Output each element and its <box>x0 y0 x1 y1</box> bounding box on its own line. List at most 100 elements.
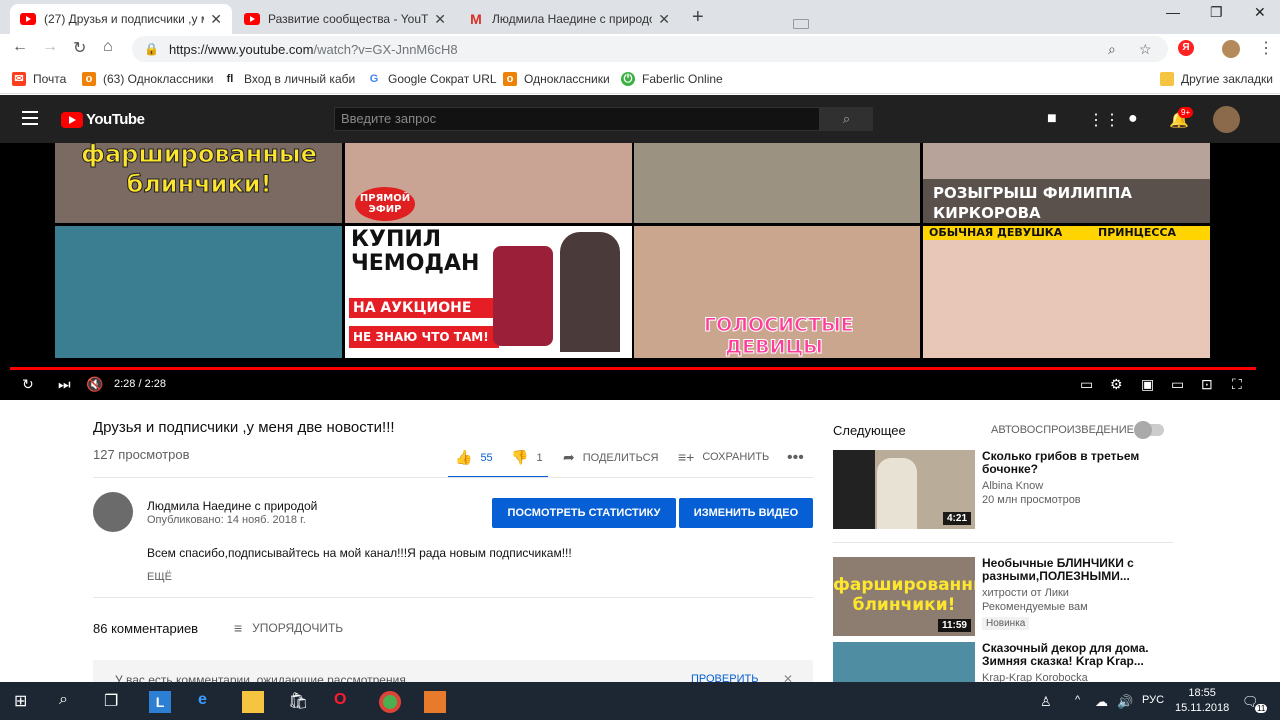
save-button[interactable]: ≡+ СОХРАНИТЬ <box>678 449 769 465</box>
share-button[interactable]: ➦ ПОДЕЛИТЬСЯ <box>563 449 658 466</box>
bookmark-star-icon[interactable]: ☆ <box>1139 41 1152 58</box>
recommended-video-2[interactable]: фаршированные блинчики! 11:59 Необычные … <box>833 557 1173 637</box>
next-icon[interactable]: ⏭ <box>58 376 71 393</box>
autoplay-label: АВТОВОСПРОИЗВЕДЕНИЕ <box>991 424 1134 436</box>
yandex-extension-icon[interactable]: Я <box>1178 40 1194 56</box>
app-orange-icon[interactable] <box>424 691 446 713</box>
keyboard-icon[interactable] <box>793 19 809 29</box>
more-actions-icon[interactable]: ••• <box>787 449 804 467</box>
close-window-icon[interactable]: ✕ <box>1254 4 1266 21</box>
view-stats-button[interactable]: ПОСМОТРЕТЬ СТАТИСТИКУ <box>492 498 676 528</box>
fullscreen-icon[interactable]: ⛶ <box>1232 376 1242 393</box>
sort-comments-button[interactable]: ≡ УПОРЯДОЧИТЬ <box>234 620 343 636</box>
subtitles-icon[interactable]: ▭ <box>1080 376 1093 393</box>
bookmark-google[interactable]: G Google Сократ URL <box>367 72 497 86</box>
file-explorer-icon[interactable] <box>242 691 264 713</box>
windows-start-icon[interactable]: ⊞ <box>14 691 27 711</box>
clock[interactable]: 18:55 15.11.2018 <box>1175 686 1229 716</box>
zoom-icon[interactable]: ⌕ <box>1108 41 1116 58</box>
home-icon[interactable]: ⌂ <box>103 38 113 56</box>
youtube-logo[interactable]: YouTube <box>61 111 145 128</box>
account-avatar[interactable] <box>1213 106 1240 133</box>
sort-label: УПОРЯДОЧИТЬ <box>252 621 344 635</box>
settings-icon[interactable]: ⚙ <box>1110 376 1123 393</box>
search-button[interactable]: ⌕ <box>820 107 873 131</box>
recommended-video-3[interactable]: Сказочный декор для дома. Зимняя сказка!… <box>833 642 1173 684</box>
minimize-icon[interactable]: — <box>1166 4 1180 20</box>
new-tab-icon[interactable]: + <box>692 6 704 29</box>
mute-icon[interactable]: 🔇 <box>86 376 103 393</box>
video-thumbnail[interactable]: 4:21 <box>833 450 975 529</box>
theater-mode-icon[interactable]: ▭ <box>1171 376 1184 393</box>
bookmarks-bar: ✉ Почта о (63) Одноклассники fl Вход в личн… <box>0 64 1280 94</box>
opera-icon[interactable]: O <box>334 691 346 709</box>
channel-avatar[interactable] <box>93 492 133 532</box>
progress-bar[interactable] <box>10 367 1256 370</box>
dislike-button[interactable]: 👎 1 <box>511 449 543 466</box>
video-player[interactable]: фаршированные блинчики! ПРЯМОЙ ЭФИР РОЗЫ… <box>0 143 1280 400</box>
menu-icon[interactable] <box>22 111 38 125</box>
like-button[interactable]: 👍 55 <box>455 449 493 466</box>
close-tab-icon[interactable]: ✕ <box>210 11 222 28</box>
close-tab-icon[interactable]: ✕ <box>658 11 670 28</box>
tab-community[interactable]: Развитие сообщества - YouTube ✕ <box>234 4 456 34</box>
miniplayer-icon[interactable]: ▣ <box>1141 376 1154 393</box>
recommended-title[interactable]: Сколько грибов в третьем бочонке? <box>982 450 1172 476</box>
search-input[interactable]: Введите запрос <box>334 107 820 131</box>
endscreen-video-1[interactable]: фаршированные блинчики! <box>55 143 342 223</box>
recommended-title[interactable]: Необычные БЛИНЧИКИ с разными,ПОЛЕЗНЫМИ..… <box>982 557 1172 583</box>
recommended-title[interactable]: Сказочный декор для дома. Зимняя сказка!… <box>982 642 1172 668</box>
chevron-up-icon[interactable]: ^ <box>1075 694 1080 706</box>
recommended-video-1[interactable]: 4:21 Сколько грибов в третьем бочонке? A… <box>833 450 1173 530</box>
bookmark-faberlic[interactable]: ⏻ Faberlic Online <box>621 72 723 86</box>
channel-name[interactable]: Людмила Наедине с природой <box>147 499 317 513</box>
cast-icon[interactable]: ⊡ <box>1201 376 1213 393</box>
person-icon[interactable]: ♙ <box>1040 694 1052 710</box>
bookmark-login[interactable]: fl Вход в личный каби <box>223 72 355 86</box>
chrome-icon[interactable] <box>379 691 401 713</box>
video-thumbnail[interactable] <box>833 642 975 682</box>
reload-icon[interactable]: ↻ <box>73 38 86 58</box>
close-tab-icon[interactable]: ✕ <box>434 11 446 28</box>
task-view-icon[interactable]: ❐ <box>104 691 118 711</box>
create-video-icon[interactable]: ■ <box>1047 110 1057 128</box>
endscreen-video-6[interactable]: КУПИЛ ЧЕМОДАН НА АУКЦИОНЕ НЕ ЗНАЮ ЧТО ТА… <box>345 226 632 358</box>
endscreen-video-5[interactable] <box>55 226 342 358</box>
bookmark-ok-63[interactable]: о (63) Одноклассники <box>82 72 213 86</box>
tab-gmail[interactable]: M Людмила Наедине с природой ✕ <box>458 4 680 34</box>
language-indicator[interactable]: РУС <box>1142 694 1164 706</box>
maximize-icon[interactable]: ❐ <box>1210 4 1223 21</box>
tab-video[interactable]: (27) Друзья и подписчики ,у ме ✕ <box>10 4 232 34</box>
endscreen-video-7[interactable]: ГОЛОСИСТЫЕ ДЕВИЦЫ <box>634 226 920 358</box>
messages-icon[interactable]: ● <box>1128 110 1138 128</box>
volume-icon[interactable]: 🔊 <box>1117 694 1133 710</box>
cloud-icon[interactable]: ☁ <box>1095 694 1108 710</box>
bookmark-mail[interactable]: ✉ Почта <box>12 72 66 86</box>
endscreen-video-4[interactable]: РОЗЫГРЫШ ФИЛИППА КИРКОРОВА <box>923 143 1210 223</box>
edit-video-button[interactable]: ИЗМЕНИТЬ ВИДЕО <box>679 498 813 528</box>
replay-icon[interactable]: ↻ <box>22 376 34 393</box>
thumbnail-caption: фаршированные блинчики! <box>833 575 975 615</box>
apps-icon[interactable]: ⋮⋮ <box>1088 110 1120 130</box>
edge-icon[interactable]: e <box>198 691 207 709</box>
autoplay-toggle[interactable] <box>1134 421 1164 439</box>
forward-icon[interactable]: → <box>42 38 58 56</box>
endscreen-video-8[interactable]: ОБЫЧНАЯ ДЕВУШКА ПРИНЦЕССА <box>923 226 1210 358</box>
endscreen-caption: КУПИЛ ЧЕМОДАН <box>351 227 480 276</box>
store-icon[interactable]: 🛍 <box>288 691 308 711</box>
address-bar[interactable]: 🔒 https://www.youtube.com/watch?v=GX-Jnn… <box>132 36 1168 62</box>
profile-icon[interactable] <box>1222 40 1240 58</box>
up-next-label: Следующее <box>833 423 906 438</box>
browser-menu-icon[interactable]: ⋮ <box>1258 38 1274 58</box>
video-thumbnail[interactable]: фаршированные блинчики! 11:59 <box>833 557 975 636</box>
endscreen-video-2[interactable]: ПРЯМОЙ ЭФИР <box>345 143 632 223</box>
bookmark-ok[interactable]: о Одноклассники <box>503 72 610 86</box>
bookmark-other[interactable]: Другие закладки <box>1160 72 1273 86</box>
back-icon[interactable]: ← <box>12 38 28 56</box>
show-more-button[interactable]: ЕЩЁ <box>147 571 172 583</box>
app-l-icon[interactable]: L <box>149 691 171 713</box>
faberlic-icon: ⏻ <box>621 72 635 86</box>
endscreen-video-3[interactable] <box>634 143 920 223</box>
search-icon[interactable]: ⌕ <box>59 691 68 709</box>
thumb-bar <box>833 450 875 529</box>
